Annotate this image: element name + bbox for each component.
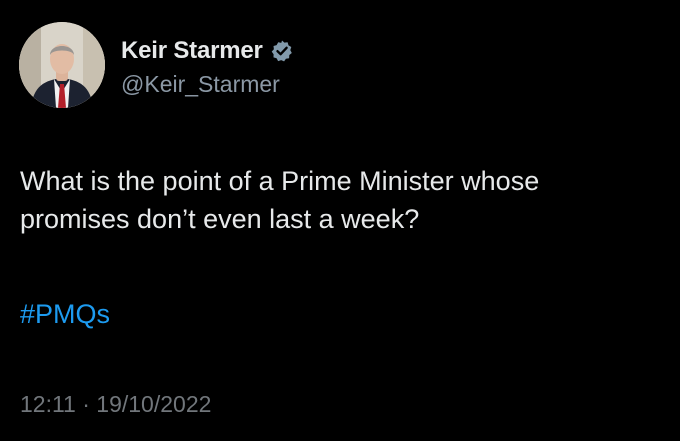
- hashtag-link[interactable]: #PMQs: [20, 297, 110, 331]
- profile-photo-icon: [19, 22, 105, 108]
- tweet-text: What is the point of a Prime Minister wh…: [20, 162, 660, 238]
- author-handle[interactable]: @Keir_Starmer: [121, 71, 280, 98]
- author-name-row: Keir Starmer: [121, 36, 294, 66]
- tweet-timestamp[interactable]: 12:11 · 19/10/2022: [20, 389, 211, 419]
- author-display-name[interactable]: Keir Starmer: [121, 37, 263, 65]
- verified-badge-icon: [270, 39, 294, 63]
- tweet-card: Keir Starmer @Keir_Starmer What is the p…: [0, 0, 680, 441]
- tweet-text-line-1: What is the point of a Prime Minister wh…: [20, 166, 540, 196]
- avatar[interactable]: [19, 22, 105, 108]
- tweet-text-line-2: promises don’t even last a week?: [20, 204, 420, 234]
